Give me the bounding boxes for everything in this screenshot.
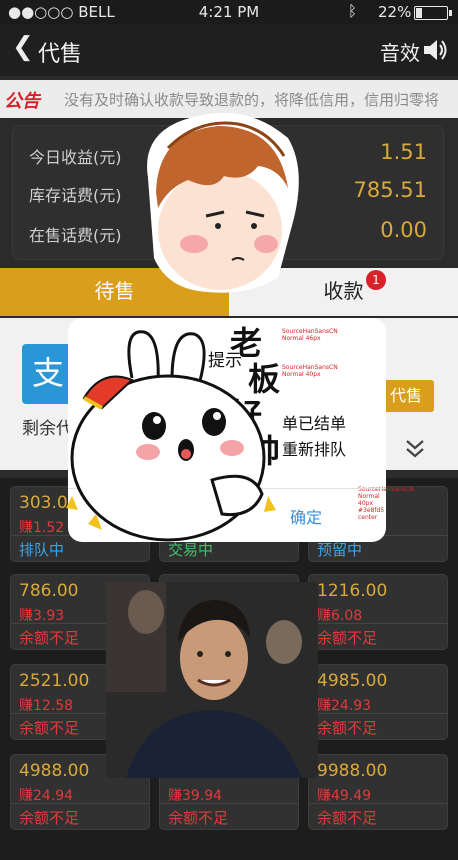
meme-photo <box>106 582 318 778</box>
battery-icon <box>414 6 452 20</box>
stat-label: 今日收益(元) <box>29 148 122 167</box>
stat-value: 1.51 <box>380 140 427 164</box>
double-chevron-down-icon[interactable] <box>402 438 428 460</box>
order-status: 余额不足 <box>19 629 80 647</box>
order-status: 余额不足 <box>317 719 378 737</box>
stat-label: 库存话费(元) <box>29 186 122 205</box>
order-card[interactable]: 4985.00 赚24.93 余额不足 <box>308 664 448 740</box>
order-card[interactable]: 9988.00 赚49.49 余额不足 <box>308 754 448 830</box>
order-card[interactable]: 1216.00 赚6.08 余额不足 <box>308 574 448 650</box>
boy-face-sticker <box>147 112 299 293</box>
order-earning: 赚24.94 <box>19 788 74 804</box>
order-status: 余额不足 <box>317 629 378 647</box>
battery-fill <box>416 8 423 18</box>
speaker-icon[interactable] <box>422 38 448 62</box>
order-status: 余额不足 <box>19 809 80 827</box>
order-amount: 786.00 <box>19 581 79 601</box>
order-amount: 4988.00 <box>19 761 90 781</box>
order-status: 余额不足 <box>168 809 229 827</box>
order-status: 排队中 <box>19 541 65 559</box>
order-status: 余额不足 <box>317 809 378 827</box>
order-amount: 9988.00 <box>317 761 388 781</box>
page-title: 代售 <box>38 42 83 67</box>
stat-value: 785.51 <box>353 178 427 202</box>
order-earning: 赚1.52 <box>19 520 65 536</box>
battery-percent: 22% <box>378 3 412 21</box>
order-amount: 4985.00 <box>317 671 388 691</box>
bluetooth-icon: ᛒ <box>348 2 358 20</box>
order-amount: 1216.00 <box>317 581 388 601</box>
tab-label: 收款 <box>323 279 364 303</box>
order-earning: 赚3.93 <box>19 608 65 624</box>
order-earning: 赚12.58 <box>19 698 74 714</box>
back-icon[interactable]: ❮ <box>12 32 34 62</box>
order-status: 余额不足 <box>19 719 80 737</box>
notice-tag: 公告 <box>4 91 40 112</box>
agent-sell-button[interactable]: 代售 <box>378 380 434 412</box>
notice-text: 没有及时确认收款导致退款的，将降低信用，信用归零将 <box>64 91 440 109</box>
status-bar: ●●○○○ BELL 4:21 PM ᛒ 22% <box>0 0 458 24</box>
design-annotation: SourceHanSansCN Normal 40px #3e8fd5 cent… <box>358 486 414 521</box>
stat-value: 0.00 <box>380 218 427 242</box>
order-earning: 赚39.94 <box>168 788 223 804</box>
sound-label[interactable]: 音效 <box>380 37 420 66</box>
nav-bar: ❮ 代售 音效 <box>0 24 458 76</box>
order-earning: 赚49.49 <box>317 788 372 804</box>
notification-badge: 1 <box>366 270 386 290</box>
bunny-sticker: 老板好帅 <box>66 324 280 542</box>
stat-label: 在售话费(元) <box>29 226 122 245</box>
order-earning: 赚6.08 <box>317 608 363 624</box>
order-amount: 2521.00 <box>19 671 90 691</box>
order-earning: 赚24.93 <box>317 698 372 714</box>
